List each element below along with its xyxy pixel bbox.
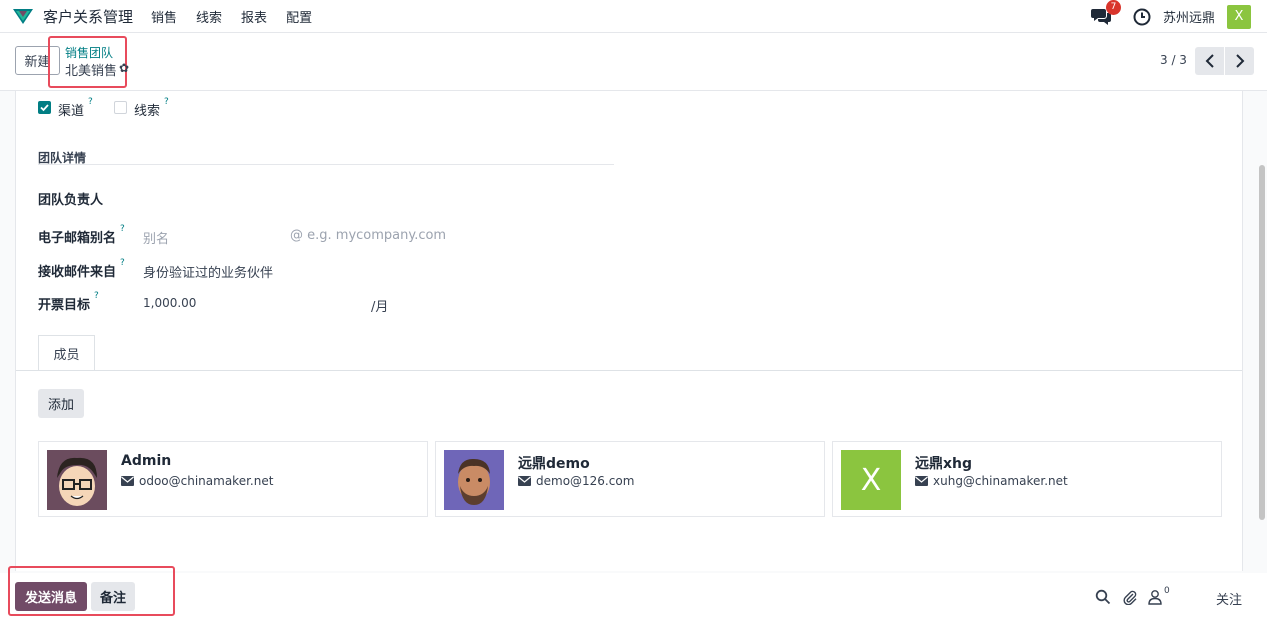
member-email-text: odoo@chinamaker.net: [139, 474, 274, 488]
member-email-text: demo@126.com: [536, 474, 635, 488]
channel-help[interactable]: ?: [88, 97, 93, 107]
activity-clock-icon[interactable]: [1133, 8, 1151, 26]
accept-from-label: 接收邮件来自: [38, 265, 117, 280]
invoice-target-unit: /月: [371, 300, 389, 315]
paperclip-icon[interactable]: [1122, 589, 1138, 605]
chevron-right-icon: [1235, 54, 1244, 68]
company-switcher[interactable]: 苏州远鼎: [1163, 7, 1215, 26]
avatar: X: [841, 450, 901, 510]
menu-leads[interactable]: 线索: [196, 7, 222, 26]
team-leader-label: 团队负责人: [38, 193, 104, 208]
user-avatar[interactable]: X: [1227, 4, 1251, 29]
demo-avatar-icon: [444, 450, 504, 510]
messaging-menu[interactable]: 7: [1090, 0, 1121, 27]
member-name: 远鼎xhg: [915, 456, 973, 472]
follower-icon[interactable]: [1147, 589, 1163, 605]
add-member-button[interactable]: 添加: [38, 389, 84, 418]
envelope-icon: [915, 476, 928, 486]
leads-help[interactable]: ?: [164, 97, 169, 107]
member-email-text: xuhg@chinamaker.net: [933, 474, 1068, 488]
main-menu: 销售 线索 报表 配置: [151, 7, 331, 26]
admin-avatar-icon: [47, 450, 107, 510]
send-message-button[interactable]: 发送消息: [15, 582, 87, 611]
pager-previous-button[interactable]: [1195, 47, 1224, 75]
search-icon[interactable]: [1095, 589, 1111, 605]
tab-members[interactable]: 成员: [38, 335, 95, 371]
invoice-target-help[interactable]: ?: [94, 291, 99, 301]
navbar-systray: 7 苏州远鼎 X: [1090, 0, 1251, 33]
envelope-icon: [518, 476, 531, 486]
accept-from-help[interactable]: ?: [120, 258, 125, 268]
member-name: 远鼎demo: [518, 456, 590, 472]
gear-icon[interactable]: ✿: [119, 61, 129, 75]
app-title[interactable]: 客户关系管理: [43, 6, 133, 27]
avatar: [47, 450, 107, 510]
breadcrumb-current: 北美销售: [65, 64, 118, 79]
invoice-target-label: 开票目标: [38, 298, 91, 313]
envelope-icon: [121, 476, 134, 486]
breadcrumb-parent[interactable]: 销售团队: [65, 44, 113, 61]
pager-value[interactable]: 3 / 3: [1160, 53, 1187, 67]
pager-next-button[interactable]: [1225, 47, 1254, 75]
member-email: xuhg@chinamaker.net: [915, 474, 1068, 488]
chat-badge: 7: [1105, 0, 1121, 15]
email-alias-input[interactable]: 别名: [143, 228, 169, 247]
member-name: Admin: [121, 453, 172, 469]
member-email: demo@126.com: [518, 474, 634, 488]
log-note-button[interactable]: 备注: [91, 582, 135, 611]
member-card[interactable]: X 远鼎xhg xuhg@chinamaker.net: [832, 441, 1222, 517]
member-card[interactable]: 远鼎demo demo@126.com: [435, 441, 825, 517]
accept-from-select[interactable]: 身份验证过的业务伙伴: [143, 262, 273, 281]
avatar: [444, 450, 504, 510]
section-divider: [38, 164, 614, 165]
leads-checkbox[interactable]: [114, 101, 127, 114]
check-icon: [40, 104, 49, 112]
email-domain-input[interactable]: @ e.g. mycompany.com: [290, 228, 446, 243]
control-panel: 新建 销售团队 北美销售 ✿ 3 / 3: [0, 33, 1267, 91]
chatter-bar: 发送消息 备注 0 关注: [0, 566, 1267, 619]
leads-label: 线索: [134, 104, 161, 119]
follow-button[interactable]: 关注: [1216, 589, 1242, 608]
form-sheet: 渠道 ? 线索 ? 团队详情 团队负责人 电子邮箱别名 ? 别名 @ e.g. …: [15, 91, 1243, 571]
email-alias-label: 电子邮箱别名: [38, 231, 117, 246]
follower-count: 0: [1164, 586, 1170, 596]
email-alias-help[interactable]: ?: [120, 224, 125, 234]
vertical-scrollbar[interactable]: [1259, 165, 1265, 520]
menu-sales[interactable]: 销售: [151, 7, 177, 26]
invoice-target-input[interactable]: 1,000.00: [143, 296, 196, 310]
menu-reporting[interactable]: 报表: [241, 7, 267, 26]
chevron-left-icon: [1205, 54, 1214, 68]
channel-checkbox[interactable]: [38, 101, 51, 114]
top-navbar: 客户关系管理 销售 线索 报表 配置 7 苏州远鼎 X: [0, 0, 1267, 33]
member-email: odoo@chinamaker.net: [121, 474, 273, 488]
member-card[interactable]: Admin odoo@chinamaker.net: [38, 441, 428, 517]
menu-configuration[interactable]: 配置: [286, 7, 312, 26]
tab-divider: [16, 370, 1242, 371]
app-logo-icon[interactable]: [12, 6, 34, 26]
channel-label: 渠道: [58, 104, 85, 119]
